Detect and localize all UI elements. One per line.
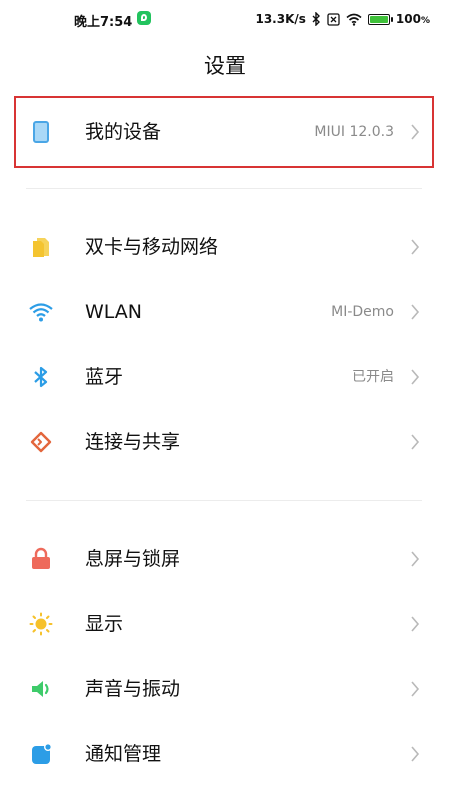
settings-item-label: 通知管理 (85, 743, 162, 765)
settings-item-value: MI-Demo (331, 304, 394, 320)
chevron-right-icon (410, 745, 420, 763)
chevron-right-icon (410, 615, 420, 633)
wifi-icon (29, 300, 53, 324)
settings-item-label: 息屏与锁屏 (85, 548, 181, 570)
settings-item-wlan[interactable]: WLAN MI-Demo (0, 280, 450, 344)
settings-item-label: 显示 (85, 613, 124, 635)
bluetooth-icon (29, 365, 53, 389)
chevron-right-icon (410, 550, 420, 568)
settings-item-label: 声音与振动 (85, 678, 181, 700)
settings-item-label: 蓝牙 (85, 366, 124, 388)
settings-item-connection-sharing[interactable]: 连接与共享 (0, 410, 450, 474)
section-divider (26, 188, 422, 189)
wifi-status-icon (346, 13, 362, 26)
settings-item-sound-vibration[interactable]: 声音与振动 (0, 657, 450, 721)
page-title: 设置 (204, 54, 246, 78)
settings-item-bluetooth[interactable]: 蓝牙 已开启 (0, 345, 450, 409)
chevron-right-icon (410, 680, 420, 698)
device-icon (29, 120, 53, 144)
settings-item-label: 我的设备 (85, 121, 162, 143)
settings-item-lock-screen[interactable]: 息屏与锁屏 (0, 527, 450, 591)
speaker-icon (29, 677, 53, 701)
chevron-right-icon (410, 368, 420, 386)
settings-item-display[interactable]: 显示 (0, 592, 450, 656)
settings-item-label: WLAN (85, 301, 143, 323)
chat-notification-icon (137, 11, 151, 25)
bluetooth-status-icon (312, 12, 321, 26)
section-divider (26, 500, 422, 501)
chevron-right-icon (410, 238, 420, 256)
sun-icon (29, 612, 53, 636)
settings-item-notifications[interactable]: 通知管理 (0, 722, 450, 786)
settings-item-value: MIUI 12.0.3 (314, 124, 394, 140)
no-sim-icon (327, 12, 340, 26)
settings-item-my-device[interactable]: 我的设备 MIUI 12.0.3 (0, 100, 450, 164)
status-right: 13.3K/s 100% (255, 11, 430, 27)
lock-icon (29, 547, 53, 571)
status-bar: 晚上7:54 13.3K/s 100% (0, 0, 450, 40)
settings-item-value: 已开启 (352, 369, 394, 385)
net-speed: 13.3K/s (255, 12, 306, 26)
settings-item-dual-sim[interactable]: 双卡与移动网络 (0, 215, 450, 279)
chevron-right-icon (410, 303, 420, 321)
share-icon (29, 430, 53, 454)
chevron-right-icon (410, 433, 420, 451)
sim-card-icon (29, 235, 53, 259)
settings-item-label: 双卡与移动网络 (85, 236, 219, 258)
battery-icon (367, 13, 393, 25)
settings-item-label: 连接与共享 (85, 431, 181, 453)
status-time: 晚上7:54 (74, 15, 133, 30)
chevron-right-icon (410, 123, 420, 141)
battery-percent: 100% (395, 12, 430, 26)
notification-icon (29, 742, 53, 766)
